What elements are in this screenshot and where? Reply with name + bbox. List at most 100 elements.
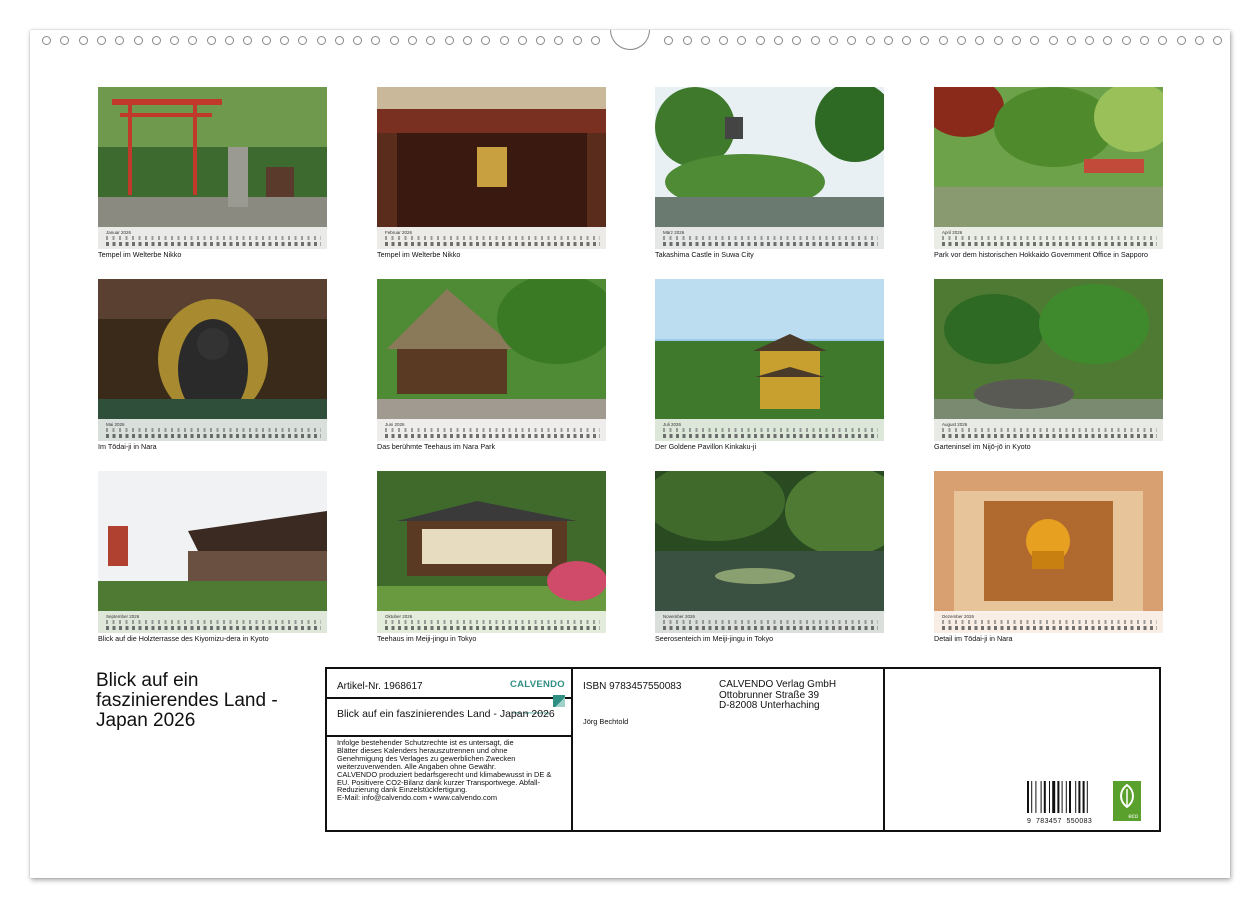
month-name: Februar 2026 bbox=[385, 230, 413, 235]
divider bbox=[883, 669, 885, 830]
day-number-row bbox=[106, 434, 321, 438]
month-page: Februar 2026 Tempel im Welterbe Nikko bbox=[377, 87, 606, 259]
legal-line: E-Mail: info@calvendo.com • www.calvendo… bbox=[337, 793, 498, 803]
binding-ring bbox=[261, 36, 271, 45]
day-number-row bbox=[942, 626, 1157, 630]
mini-calendar: Oktober 2026 bbox=[377, 611, 606, 633]
binding-ring bbox=[115, 36, 125, 45]
publisher-line: CALVENDO Verlag GmbH bbox=[719, 679, 837, 690]
binding-ring bbox=[1085, 36, 1095, 45]
binding-ring bbox=[975, 36, 985, 45]
month-photo: August 2026 bbox=[934, 279, 1163, 441]
barcode-bar bbox=[1061, 781, 1063, 813]
photo-image bbox=[655, 471, 884, 633]
binding-ring bbox=[1140, 36, 1149, 45]
photo-caption: Detail im Tōdai-ji in Nara bbox=[934, 634, 1013, 643]
month-page: Dezember 2026 Detail im Tōdai-ji in Nara bbox=[934, 471, 1163, 643]
publisher-address: CALVENDO Verlag GmbH Ottobrunner Straße 3… bbox=[719, 679, 837, 712]
photo-image bbox=[655, 279, 884, 441]
month-page: September 2026 Blick auf die Holzterrass… bbox=[98, 471, 327, 643]
barcode-bar bbox=[1052, 781, 1056, 813]
day-number-row bbox=[663, 242, 878, 246]
divider bbox=[327, 735, 571, 737]
month-photo: Oktober 2026 bbox=[377, 471, 606, 633]
calvendo-icon bbox=[553, 695, 565, 707]
barcode-bar bbox=[1075, 781, 1077, 813]
barcode-bar bbox=[1082, 781, 1085, 813]
binding-ring bbox=[170, 36, 180, 45]
mini-calendar: April 2026 bbox=[934, 227, 1163, 249]
binding-ring bbox=[1011, 36, 1021, 45]
month-photo: Dezember 2026 bbox=[934, 471, 1163, 633]
barcode-bar bbox=[1043, 781, 1046, 813]
photo-caption: Im Tōdai-ji in Nara bbox=[98, 442, 157, 451]
barcode-bar bbox=[1057, 781, 1060, 813]
mini-calendar: August 2026 bbox=[934, 419, 1163, 441]
photo-caption: Park vor dem historischen Hokkaido Gover… bbox=[934, 250, 1148, 259]
binding-ring bbox=[444, 36, 454, 45]
binding-ring bbox=[517, 36, 527, 45]
month-photo: September 2026 bbox=[98, 471, 327, 633]
day-number-row bbox=[385, 242, 600, 246]
day-number-row bbox=[663, 434, 878, 438]
month-page: August 2026 Garteninsel im Nijō-jō in Ky… bbox=[934, 279, 1163, 451]
binding-ring bbox=[334, 36, 344, 45]
binding-ring bbox=[151, 36, 161, 45]
binding-ring bbox=[1121, 36, 1131, 45]
binding-ring bbox=[1066, 36, 1076, 45]
barcode-bar bbox=[1078, 781, 1081, 813]
month-photo: Mai 2026 bbox=[98, 279, 327, 441]
photo-image bbox=[934, 87, 1163, 249]
day-number-row bbox=[663, 626, 878, 630]
binding-ring bbox=[316, 36, 326, 45]
barcode-bars bbox=[1027, 781, 1088, 813]
binding-ring bbox=[700, 36, 710, 45]
month-name: Juni 2026 bbox=[385, 422, 405, 427]
barcode: 9 783457 550083 bbox=[1027, 781, 1093, 825]
month-photo: Februar 2026 bbox=[377, 87, 606, 249]
divider bbox=[571, 669, 573, 830]
month-name: März 2026 bbox=[663, 230, 685, 235]
info-box: Artikel-Nr. 1968617 CALVENDO mein kalend… bbox=[325, 667, 1161, 832]
binding-ring bbox=[920, 36, 930, 45]
eco-badge: eco bbox=[1113, 781, 1141, 821]
photo-caption: Das berühmte Teehaus im Nara Park bbox=[377, 442, 496, 451]
month-page: Juli 2026 Der Goldene Pavillon Kinkaku-j… bbox=[655, 279, 884, 451]
month-photo: Januar 2026 bbox=[98, 87, 327, 249]
month-name: Dezember 2026 bbox=[942, 614, 975, 619]
binding-ring bbox=[1030, 36, 1040, 45]
binding-ring bbox=[353, 36, 363, 45]
binding-ring bbox=[774, 36, 783, 45]
brand-name: CALVENDO bbox=[509, 679, 565, 690]
barcode-bar bbox=[1069, 781, 1071, 813]
binding-ring bbox=[536, 36, 546, 45]
legal-notice: Infolge bestehender Schutzrechte ist es … bbox=[337, 739, 569, 802]
month-photo: April 2026 bbox=[934, 87, 1163, 249]
binding-ring bbox=[591, 36, 600, 45]
binding-ring bbox=[957, 36, 966, 45]
binding-ring bbox=[1213, 36, 1223, 45]
day-number-row bbox=[106, 242, 321, 246]
day-number-row bbox=[385, 434, 600, 438]
weekday-row bbox=[942, 428, 1157, 432]
binding-ring bbox=[499, 36, 509, 45]
binding-ring bbox=[1158, 36, 1168, 45]
weekday-row bbox=[385, 428, 600, 432]
barcode-bar bbox=[1040, 781, 1042, 813]
month-photo: November 2026 bbox=[655, 471, 884, 633]
barcode-bar bbox=[1031, 781, 1033, 813]
mini-calendar: Dezember 2026 bbox=[934, 611, 1163, 633]
month-page: Juni 2026 Das berühmte Teehaus im Nara P… bbox=[377, 279, 606, 451]
binding-ring bbox=[1194, 36, 1204, 45]
photo-image bbox=[98, 87, 327, 249]
leaf-icon bbox=[1120, 783, 1134, 809]
month-photo: März 2026 bbox=[655, 87, 884, 249]
binding-ring bbox=[572, 36, 582, 45]
isbn: ISBN 9783457550083 bbox=[583, 681, 682, 692]
binding-ring bbox=[481, 36, 491, 45]
month-page: März 2026 Takashima Castle in Suwa City bbox=[655, 87, 884, 259]
binding-ring bbox=[78, 36, 88, 45]
photo-caption: Blick auf die Holzterrasse des Kiyomizu-… bbox=[98, 634, 269, 643]
photo-image bbox=[655, 87, 884, 249]
day-number-row bbox=[385, 626, 600, 630]
